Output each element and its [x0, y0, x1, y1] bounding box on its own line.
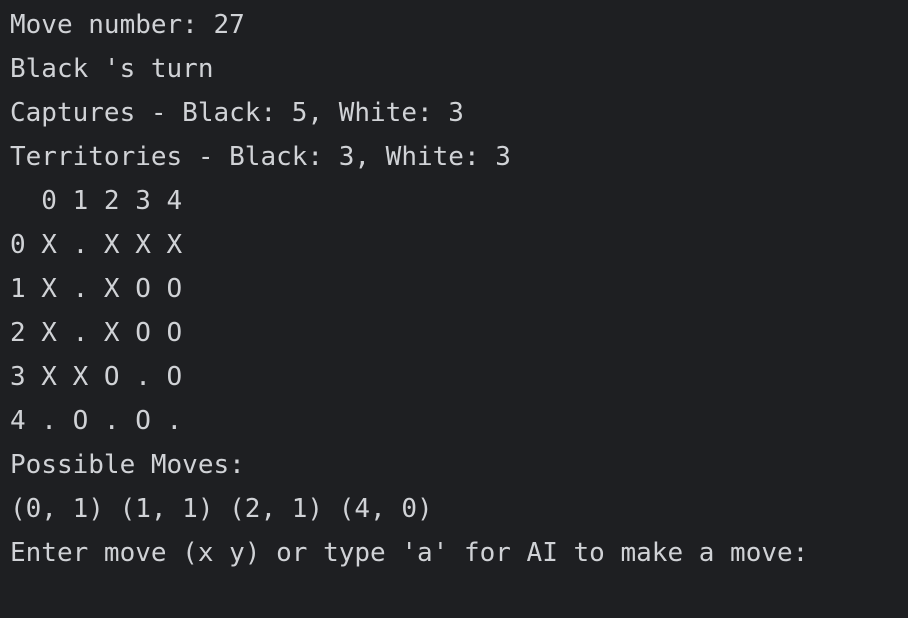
board-column-header: 0 1 2 3 4	[10, 186, 183, 216]
input-caret	[824, 540, 826, 568]
turn-line: Black 's turn	[10, 54, 214, 84]
board-row-4: 4 . O . O .	[10, 406, 183, 436]
move-number-line: Move number: 27	[10, 10, 245, 40]
possible-moves-list: (0, 1) (1, 1) (2, 1) (4, 0)	[10, 494, 433, 524]
captures-line: Captures - Black: 5, White: 3	[10, 98, 464, 128]
board-row-0: 0 X . X X X	[10, 230, 183, 260]
board-row-2: 2 X . X O O	[10, 318, 183, 348]
console-output[interactable]: Move number: 27 Black 's turn Captures -…	[0, 0, 908, 618]
input-prompt[interactable]: Enter move (x y) or type 'a' for AI to m…	[10, 534, 908, 578]
possible-moves-heading: Possible Moves:	[10, 450, 245, 480]
board-row-3: 3 X X O . O	[10, 362, 183, 392]
board-row-1: 1 X . X O O	[10, 274, 183, 304]
territories-line: Territories - Black: 3, White: 3	[10, 142, 511, 172]
input-prompt-text: Enter move (x y) or type 'a' for AI to m…	[10, 538, 824, 568]
